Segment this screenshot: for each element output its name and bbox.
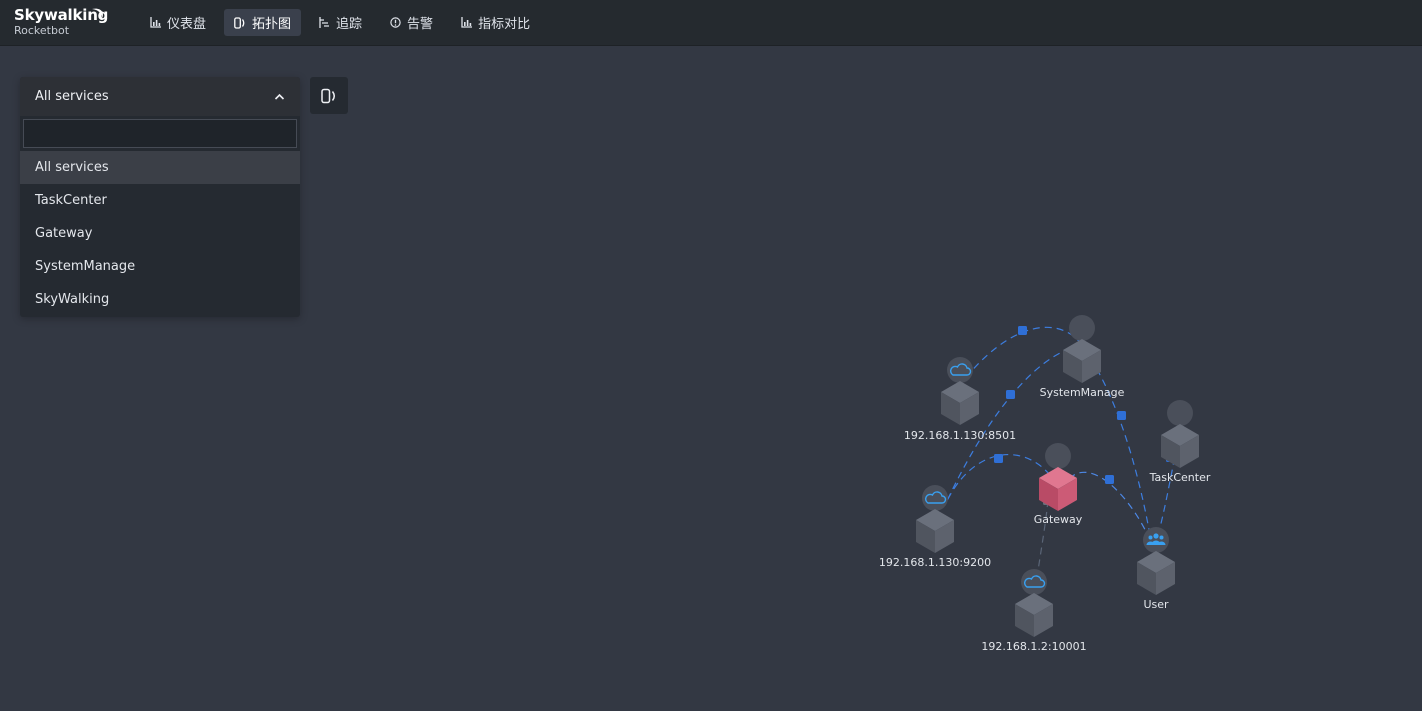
topology-toggle-button[interactable] — [310, 77, 348, 114]
service-option-gateway[interactable]: Gateway — [20, 217, 300, 250]
topology-node-9200[interactable]: 192.168.1.130:9200 — [879, 485, 991, 569]
service-search-wrapper — [20, 116, 300, 151]
service-node-icon — [1045, 443, 1071, 469]
logo-swoosh-icon — [92, 8, 103, 20]
nav-trace[interactable]: 追踪 — [309, 9, 372, 36]
nav-alarm[interactable]: 告警 — [380, 9, 443, 36]
topology-icon — [321, 88, 335, 103]
service-node-icon — [1069, 315, 1095, 341]
link-user-gateway — [1067, 471, 1151, 541]
link-gateway-9200 — [944, 453, 1051, 506]
bar-chart-icon — [150, 17, 161, 28]
node-label: 192.168.1.130:9200 — [879, 556, 991, 569]
topology-icon — [234, 16, 245, 29]
node-label: Gateway — [1034, 513, 1083, 526]
node-label: 192.168.1.130:8501 — [904, 429, 1016, 442]
top-header: Skywalking Rocketbot 仪表盘 拓扑图 追踪 告警 指标对比 — [0, 0, 1422, 46]
service-option-systemmanage[interactable]: SystemManage — [20, 250, 300, 283]
service-selector-toggle[interactable]: All services — [20, 77, 300, 116]
service-options-list: All services TaskCenter Gateway SystemMa… — [20, 151, 300, 317]
bar-chart-icon — [461, 17, 473, 28]
topology-node-10001[interactable]: 192.168.1.2:10001 — [981, 569, 1087, 653]
node-label: TaskCenter — [1149, 471, 1211, 484]
nav-topology-label: 拓扑图 — [252, 17, 292, 32]
service-option-skywalking[interactable]: SkyWalking — [20, 283, 300, 316]
topology-node-gateway[interactable]: Gateway — [1034, 443, 1083, 526]
service-search-input[interactable] — [23, 119, 297, 148]
node-label: 192.168.1.2:10001 — [981, 640, 1086, 653]
nav-alarm-label: 告警 — [407, 17, 434, 32]
topology-node-user[interactable]: User — [1137, 527, 1175, 611]
logo-subtitle: Rocketbot — [14, 24, 70, 37]
alarm-icon — [390, 17, 401, 28]
nav-dashboard-label: 仪表盘 — [167, 17, 207, 32]
topology-node-systemmanage[interactable]: SystemManage — [1040, 315, 1125, 399]
node-label: User — [1143, 598, 1169, 611]
service-selector-value: All services — [35, 89, 109, 104]
trace-icon — [319, 17, 330, 28]
nav-topology[interactable]: 拓扑图 — [224, 9, 302, 36]
nav-trace-label: 追踪 — [336, 17, 363, 32]
topology-node-taskcenter[interactable]: TaskCenter — [1149, 400, 1211, 484]
chevron-up-icon — [274, 93, 285, 100]
logo[interactable]: Skywalking Rocketbot — [14, 6, 108, 37]
nav-dashboard[interactable]: 仪表盘 — [140, 9, 216, 36]
topology-node-8501[interactable]: 192.168.1.130:8501 — [904, 357, 1016, 442]
node-label: SystemManage — [1040, 386, 1125, 399]
link-user-sysmanage — [1084, 349, 1151, 536]
service-selector: All services All services TaskCenter Gat… — [20, 77, 300, 317]
service-node-icon — [1167, 400, 1193, 426]
main-nav: 仪表盘 拓扑图 追踪 告警 指标对比 — [140, 9, 540, 36]
nav-comparison[interactable]: 指标对比 — [451, 9, 540, 36]
service-option-all[interactable]: All services — [20, 151, 300, 184]
nav-comparison-label: 指标对比 — [478, 17, 531, 32]
service-option-taskcenter[interactable]: TaskCenter — [20, 184, 300, 217]
